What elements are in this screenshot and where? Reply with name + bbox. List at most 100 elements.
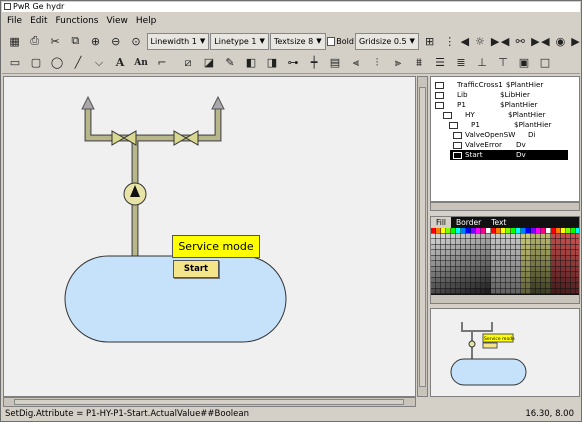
color-swatch[interactable]: [526, 228, 531, 233]
color-swatch[interactable]: [571, 283, 576, 288]
color-swatch[interactable]: [476, 272, 481, 277]
tree-item[interactable]: P1 $PlantHier: [449, 120, 551, 130]
color-swatch[interactable]: [446, 277, 451, 283]
color-swatch[interactable]: [571, 266, 576, 272]
color-swatch[interactable]: [546, 261, 551, 266]
color-swatch[interactable]: [431, 266, 436, 272]
color-swatch[interactable]: [471, 255, 476, 261]
color-swatch[interactable]: [481, 277, 486, 283]
color-swatch[interactable]: [461, 283, 466, 288]
color-swatch[interactable]: [521, 228, 526, 233]
color-swatch[interactable]: [471, 277, 476, 283]
color-swatch[interactable]: [526, 239, 531, 244]
arrow-right-icon[interactable]: ▶: [530, 31, 540, 51]
color-swatch[interactable]: [501, 233, 506, 239]
color-swatch[interactable]: [441, 233, 446, 239]
equidistant-icon[interactable]: ☰: [430, 52, 450, 73]
color-swatch[interactable]: [551, 283, 556, 288]
color-swatch[interactable]: [571, 239, 576, 244]
group-icon[interactable]: ▤: [325, 52, 345, 73]
color-swatch[interactable]: [571, 272, 576, 277]
save-icon[interactable]: ▦: [5, 31, 25, 51]
color-swatch[interactable]: [506, 228, 511, 233]
color-swatch[interactable]: [551, 277, 556, 283]
color-swatch[interactable]: [541, 250, 546, 255]
color-swatch[interactable]: [561, 288, 566, 294]
color-swatch[interactable]: [466, 255, 471, 261]
color-swatch[interactable]: [471, 261, 476, 266]
color-swatch[interactable]: [576, 250, 580, 255]
conpoint-icon[interactable]: ┿: [304, 52, 324, 73]
arrow-left-icon[interactable]: ◀: [540, 31, 550, 51]
color-swatch[interactable]: [526, 244, 531, 250]
start-button[interactable]: Start: [173, 260, 219, 278]
color-swatch[interactable]: [446, 233, 451, 239]
color-swatch[interactable]: [486, 272, 491, 277]
border-icon[interactable]: ◪: [199, 52, 219, 73]
color-swatch[interactable]: [576, 288, 580, 294]
color-swatch[interactable]: [451, 255, 456, 261]
color-swatch[interactable]: [466, 283, 471, 288]
color-swatch[interactable]: [466, 288, 471, 294]
arrow-left-icon[interactable]: ◀: [460, 31, 470, 51]
color-swatch[interactable]: [561, 244, 566, 250]
ellipse-icon[interactable]: ◯: [47, 52, 67, 73]
color-swatch[interactable]: [556, 261, 561, 266]
color-swatch[interactable]: [556, 228, 561, 233]
color-swatch[interactable]: [506, 255, 511, 261]
color-swatch[interactable]: [551, 272, 556, 277]
color-swatch[interactable]: [496, 272, 501, 277]
color-swatch[interactable]: [576, 228, 580, 233]
color-swatch[interactable]: [491, 277, 496, 283]
color-swatch[interactable]: [491, 288, 496, 294]
color-swatch[interactable]: [556, 277, 561, 283]
color-swatch[interactable]: [566, 288, 571, 294]
color-swatch[interactable]: [466, 266, 471, 272]
color-swatch[interactable]: [521, 244, 526, 250]
color-swatch[interactable]: [551, 261, 556, 266]
color-swatch[interactable]: [566, 233, 571, 239]
color-swatch[interactable]: [521, 277, 526, 283]
linetype-select[interactable]: Linetype 1 ▼: [210, 32, 269, 50]
color-swatch[interactable]: [556, 233, 561, 239]
color-swatch[interactable]: [436, 250, 441, 255]
color-swatch[interactable]: [571, 261, 576, 266]
fill-icon[interactable]: ⧄: [178, 52, 198, 73]
color-swatch[interactable]: [471, 288, 476, 294]
color-swatch[interactable]: [541, 272, 546, 277]
color-swatch[interactable]: [521, 233, 526, 239]
color-swatch[interactable]: [491, 255, 496, 261]
arrow-left-icon[interactable]: ◀: [500, 31, 510, 51]
color-swatch[interactable]: [546, 283, 551, 288]
color-swatch[interactable]: [511, 266, 516, 272]
color-swatch[interactable]: [451, 266, 456, 272]
color-swatch[interactable]: [486, 288, 491, 294]
color-swatch[interactable]: [496, 283, 501, 288]
color-swatch[interactable]: [496, 261, 501, 266]
color-swatch[interactable]: [546, 272, 551, 277]
color-swatch[interactable]: [436, 228, 441, 233]
color-swatch[interactable]: [576, 266, 580, 272]
pop-icon[interactable]: ◧: [241, 52, 261, 73]
color-swatch[interactable]: [521, 266, 526, 272]
color-swatch[interactable]: [536, 266, 541, 272]
color-swatch[interactable]: [496, 239, 501, 244]
color-swatch[interactable]: [541, 244, 546, 250]
color-swatch[interactable]: [551, 266, 556, 272]
color-swatch[interactable]: [471, 239, 476, 244]
color-swatch[interactable]: [516, 239, 521, 244]
color-swatch[interactable]: [511, 233, 516, 239]
tree-item[interactable]: Lib $LibHier: [435, 90, 530, 100]
horizontal-scroll-thumb[interactable]: [14, 399, 404, 405]
color-swatch[interactable]: [511, 288, 516, 294]
color-swatch[interactable]: [566, 228, 571, 233]
color-swatch[interactable]: [556, 244, 561, 250]
color-swatch[interactable]: [481, 239, 486, 244]
color-swatch[interactable]: [571, 288, 576, 294]
color-swatch[interactable]: [451, 277, 456, 283]
vertical-scroll-thumb[interactable]: [419, 87, 426, 387]
rounded-rectangle-icon[interactable]: ▢: [26, 52, 46, 73]
color-swatch[interactable]: [466, 261, 471, 266]
color-swatch[interactable]: [541, 288, 546, 294]
color-swatch[interactable]: [501, 255, 506, 261]
